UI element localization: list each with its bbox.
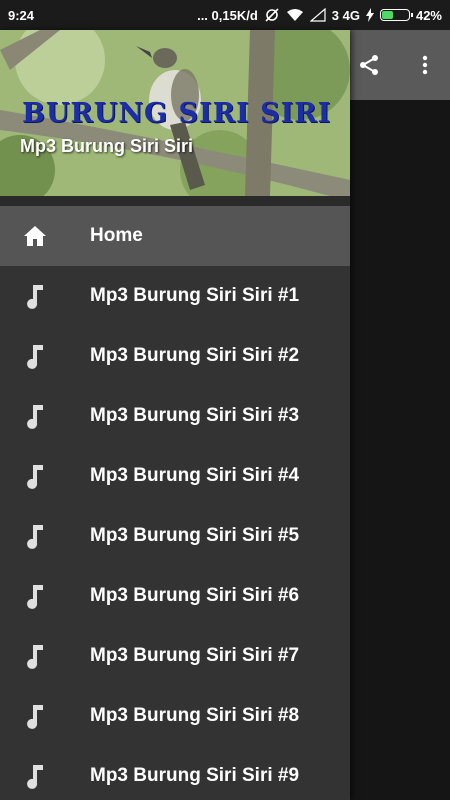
status-time: 9:24 [8, 7, 35, 23]
music-note-icon [22, 403, 48, 429]
menu-item-home[interactable]: Home [0, 206, 350, 266]
menu-item-track[interactable]: Mp3 Burung Siri Siri #8 [0, 686, 350, 746]
header-subtitle: Mp3 Burung Siri Siri [20, 136, 194, 156]
music-note-icon [22, 763, 48, 789]
music-note-icon [22, 643, 48, 669]
battery-fill [381, 11, 393, 19]
menu-item-track[interactable]: Mp3 Burung Siri Siri #2 [0, 326, 350, 386]
menu-item-label: Mp3 Burung Siri Siri #3 [90, 405, 300, 426]
charging-icon [365, 8, 374, 22]
share-icon[interactable] [356, 52, 382, 78]
menu-item-track[interactable]: Mp3 Burung Siri Siri #9 [0, 746, 350, 800]
menu-item-label: Home [90, 225, 143, 246]
drawer-menu: Home Mp3 Burung Siri Siri #1 Mp3 Burung Si… [0, 206, 350, 800]
battery-percent: 42% [415, 7, 442, 23]
navigation-drawer: BURUNG SIRI SIRI Mp3 Burung Siri Siri Ho… [0, 30, 350, 800]
menu-item-track[interactable]: Mp3 Burung Siri Siri #4 [0, 446, 350, 506]
sync-off-icon [264, 7, 280, 23]
music-note-icon [22, 343, 48, 369]
home-icon [22, 223, 48, 249]
music-note-icon [22, 463, 48, 489]
menu-item-label: Mp3 Burung Siri Siri #4 [90, 465, 300, 486]
app-bar [350, 30, 450, 100]
menu-item-label: Mp3 Burung Siri Siri #1 [90, 285, 300, 306]
drawer-divider [0, 196, 350, 206]
menu-item-label: Mp3 Burung Siri Siri #7 [90, 645, 300, 666]
more-vert-icon[interactable] [412, 52, 438, 78]
menu-item-label: Mp3 Burung Siri Siri #2 [90, 345, 300, 366]
menu-item-track[interactable]: Mp3 Burung Siri Siri #3 [0, 386, 350, 446]
menu-item-track[interactable]: Mp3 Burung Siri Siri #1 [0, 266, 350, 326]
signal-icon [309, 8, 326, 22]
menu-item-label: Mp3 Burung Siri Siri #8 [90, 705, 300, 726]
menu-item-track[interactable]: Mp3 Burung Siri Siri #6 [0, 566, 350, 626]
drawer-header: BURUNG SIRI SIRI Mp3 Burung Siri Siri [0, 30, 350, 196]
banner-title: BURUNG SIRI SIRI [22, 98, 332, 129]
music-note-icon [22, 523, 48, 549]
network-speed: ... 0,15K/d [197, 7, 258, 23]
menu-item-label: Mp3 Burung Siri Siri #9 [90, 765, 300, 786]
music-note-icon [22, 703, 48, 729]
wifi-icon [286, 8, 304, 22]
menu-item-track[interactable]: Mp3 Burung Siri Siri #7 [0, 626, 350, 686]
network-type: 3 4G [331, 7, 360, 23]
status-icons: ... 0,15K/d 3 4G 42% [197, 7, 442, 23]
main-content-scrim [350, 100, 450, 800]
battery-icon [379, 9, 413, 21]
status-bar: 9:24 ... 0,15K/d 3 4G 42% [0, 0, 450, 30]
menu-item-label: Mp3 Burung Siri Siri #5 [90, 525, 300, 546]
music-note-icon [22, 583, 48, 609]
menu-item-track[interactable]: Mp3 Burung Siri Siri #5 [0, 506, 350, 566]
menu-item-label: Mp3 Burung Siri Siri #6 [90, 585, 300, 606]
music-note-icon [22, 283, 48, 309]
